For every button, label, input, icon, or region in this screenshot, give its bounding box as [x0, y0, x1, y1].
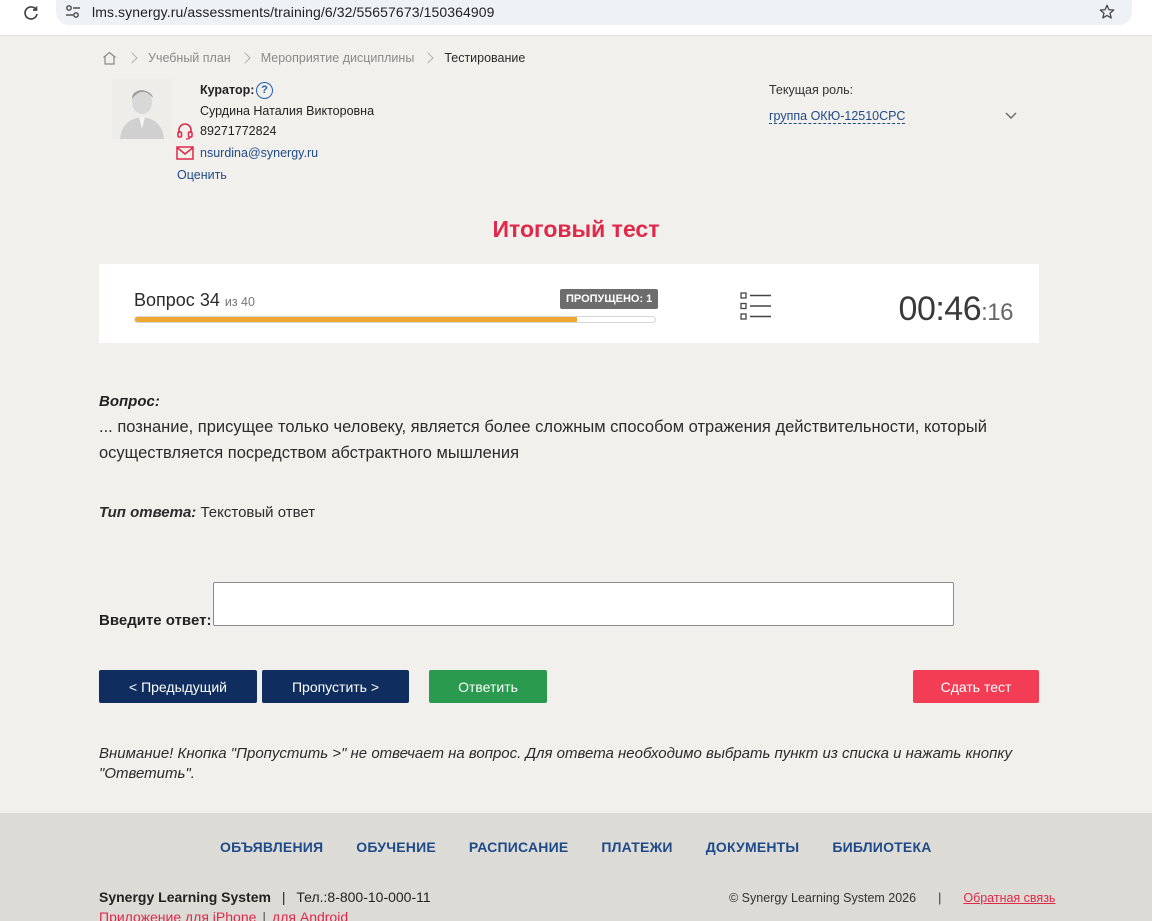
- previous-button[interactable]: < Предыдущий: [99, 670, 257, 703]
- footer-copyright: © Synergy Learning System 2026 | Обратная …: [729, 891, 1055, 905]
- curator-email-link[interactable]: nsurdina@synergy.ru: [200, 146, 318, 160]
- answer-type-value: Текстовый ответ: [200, 504, 316, 521]
- iphone-app-link[interactable]: Приложение для iPhone: [99, 909, 256, 921]
- chevron-right-icon: [239, 52, 251, 64]
- site-settings-icon[interactable]: [64, 4, 82, 20]
- footer-brand: Synergy Learning System | Тел.:8-800-10-…: [99, 889, 431, 905]
- android-app-link[interactable]: для Android: [272, 909, 348, 921]
- question-total: из 40: [224, 295, 255, 309]
- reload-icon[interactable]: [18, 2, 44, 24]
- timer-seconds: :16: [981, 299, 1013, 326]
- footer-nav-documents[interactable]: ДОКУМЕНТЫ: [706, 839, 800, 855]
- footer-nav-announcements[interactable]: ОБЪЯВЛЕНИЯ: [220, 839, 323, 855]
- breadcrumb-current: Тестирование: [444, 51, 526, 65]
- help-icon[interactable]: ?: [256, 82, 273, 99]
- footer-nav: ОБЪЯВЛЕНИЯ ОБУЧЕНИЕ РАСПИСАНИЕ ПЛАТЕЖИ Д…: [220, 839, 932, 855]
- progress-panel: Вопрос 34 из 40 ПРОПУЩЕНО: 1 00:46:16: [99, 264, 1039, 343]
- footer: ОБЪЯВЛЕНИЯ ОБУЧЕНИЕ РАСПИСАНИЕ ПЛАТЕЖИ Д…: [0, 813, 1152, 921]
- footer-brand-name: Synergy Learning System: [99, 889, 271, 905]
- chevron-right-icon: [126, 52, 138, 64]
- footer-nav-payments[interactable]: ПЛАТЕЖИ: [601, 839, 672, 855]
- answer-button[interactable]: Ответить: [429, 670, 547, 703]
- submit-test-button[interactable]: Сдать тест: [913, 670, 1039, 703]
- url-text[interactable]: lms.synergy.ru/assessments/training/6/32…: [92, 4, 495, 20]
- question-label: Вопрос:: [99, 393, 160, 410]
- address-bar[interactable]: lms.synergy.ru/assessments/training/6/32…: [56, 0, 1132, 25]
- curator-avatar: [112, 79, 172, 139]
- footer-nav-education[interactable]: ОБУЧЕНИЕ: [356, 839, 436, 855]
- answer-textarea[interactable]: [213, 582, 954, 626]
- current-role-label: Текущая роль:: [769, 83, 854, 97]
- warning-note: Внимание! Кнопка "Пропустить >" не отвеч…: [99, 745, 1012, 782]
- copyright-text: © Synergy Learning System 2026: [729, 891, 917, 905]
- footer-divider: |: [938, 891, 942, 905]
- chevron-right-icon: [422, 52, 434, 64]
- current-role-select[interactable]: группа ОКЮ-12510СРС: [769, 109, 906, 124]
- rate-curator-link[interactable]: Оценить: [177, 168, 227, 182]
- footer-nav-schedule[interactable]: РАСПИСАНИЕ: [469, 839, 569, 855]
- footer-nav-library[interactable]: БИБЛИОТЕКА: [832, 839, 931, 855]
- skip-button[interactable]: Пропустить >: [262, 670, 409, 703]
- question-number: 34: [199, 290, 220, 310]
- question-counter: Вопрос 34 из 40: [134, 290, 255, 311]
- question-list-icon[interactable]: [740, 292, 772, 320]
- curator-name: Сурдина Наталия Викторовна: [200, 104, 375, 118]
- question-counter-label: Вопрос: [134, 290, 195, 310]
- progress-bar: [134, 316, 656, 323]
- footer-divider: |: [281, 889, 286, 905]
- skipped-badge[interactable]: ПРОПУЩЕНО: 1: [560, 289, 659, 309]
- answer-label: Введите ответ:: [99, 612, 212, 629]
- page-title: Итоговый тест: [492, 216, 660, 242]
- curator-phone: 89271772824: [200, 124, 277, 138]
- question-text: ... познание, присущее только человеку, …: [99, 418, 987, 462]
- mail-icon: [176, 146, 194, 160]
- headset-icon: [176, 122, 194, 140]
- breadcrumb-discipline-event[interactable]: Мероприятие дисциплины: [261, 51, 415, 65]
- breadcrumb-study-plan[interactable]: Учебный план: [148, 51, 231, 65]
- timer-minutes: 00:46: [898, 290, 982, 328]
- countdown-timer: 00:46:16: [898, 290, 1014, 329]
- home-icon[interactable]: [102, 51, 118, 66]
- footer-phone: Тел.:8-800-10-000-11: [296, 889, 431, 905]
- answer-type-label: Тип ответа:: [99, 504, 197, 521]
- feedback-link[interactable]: Обратная связь: [963, 891, 1055, 905]
- browser-toolbar: lms.synergy.ru/assessments/training/6/32…: [0, 0, 1152, 36]
- chevron-down-icon[interactable]: [1005, 107, 1017, 119]
- bookmark-star-icon[interactable]: [1098, 3, 1118, 23]
- footer-divider: |: [262, 909, 267, 921]
- breadcrumb: Учебный план Мероприятие дисциплины Тест…: [102, 50, 525, 66]
- curator-title: Куратор:: [200, 83, 255, 97]
- answer-type: Тип ответа: Текстовый ответ: [99, 504, 315, 521]
- footer-apps: Приложение для iPhone | для Android: [99, 909, 348, 921]
- progress-bar-fill: [135, 317, 577, 322]
